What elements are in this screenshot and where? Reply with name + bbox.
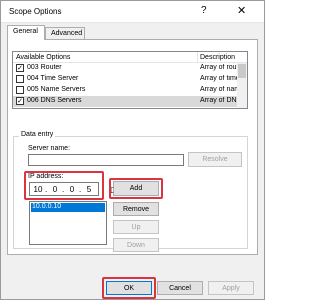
list-item-selected[interactable]: ✓ 006 DNS Servers Array of DN: [13, 96, 237, 107]
ip-dot-separator: .: [62, 185, 65, 194]
list-item[interactable]: 004 Time Server Array of time: [13, 74, 238, 85]
list-item[interactable]: 005 Name Servers Array of nam: [13, 85, 238, 96]
option-name: 005 Name Servers: [27, 86, 86, 93]
title-bar: Scope Options ? ✕: [1, 1, 264, 23]
checkbox-unchecked-icon[interactable]: [16, 75, 24, 83]
ip-address-list[interactable]: 10.0.0.10: [29, 201, 107, 245]
option-name: 006 DNS Servers: [27, 97, 82, 104]
ip-address-input[interactable]: 10 . 0 . 0 . 5: [29, 182, 99, 196]
cancel-button[interactable]: Cancel: [157, 281, 203, 295]
list-header: Available Options Description: [13, 52, 247, 63]
ip-octet-4[interactable]: 5: [84, 185, 94, 194]
column-divider[interactable]: [197, 52, 198, 63]
remove-button[interactable]: Remove: [113, 202, 159, 216]
mouse-cursor-icon: ⌶: [109, 186, 114, 195]
apply-button[interactable]: Apply: [208, 281, 254, 295]
ok-button[interactable]: OK: [106, 281, 152, 295]
checkbox-checked-icon[interactable]: ✓: [16, 64, 24, 72]
option-description: Array of time: [200, 75, 238, 82]
close-icon[interactable]: ✕: [237, 4, 246, 17]
ip-dot-separator: .: [45, 185, 48, 194]
help-icon[interactable]: ?: [201, 5, 207, 16]
tab-general[interactable]: General: [7, 25, 45, 40]
server-name-label: Server name:: [28, 145, 71, 152]
option-description: Array of nam: [200, 86, 238, 93]
column-header-description[interactable]: Description: [200, 54, 235, 61]
list-item[interactable]: ✓ 003 Router Array of rout: [13, 63, 238, 74]
ip-dot-separator: .: [79, 185, 82, 194]
option-description: Array of rout: [200, 64, 238, 71]
option-name: 003 Router: [27, 64, 62, 71]
scrollbar-thumb[interactable]: [238, 64, 246, 78]
down-button[interactable]: Down: [113, 238, 159, 252]
up-button[interactable]: Up: [113, 220, 159, 234]
column-header-available-options[interactable]: Available Options: [16, 54, 70, 61]
window-title: Scope Options: [9, 7, 62, 16]
resolve-button[interactable]: Resolve: [188, 152, 242, 167]
option-description: Array of DN: [200, 97, 237, 104]
checkbox-unchecked-icon[interactable]: [16, 86, 24, 94]
available-options-list[interactable]: Available Options Description ✓ 003 Rout…: [12, 51, 248, 109]
checkbox-checked-icon[interactable]: ✓: [16, 97, 24, 105]
add-button[interactable]: Add: [113, 181, 159, 196]
vertical-scrollbar[interactable]: [237, 63, 247, 108]
ip-octet-1[interactable]: 10: [33, 185, 43, 194]
scope-options-dialog: Scope Options ? ✕ General Advanced Avail…: [0, 0, 265, 300]
data-entry-group-label: Data entry: [19, 131, 56, 138]
server-name-input[interactable]: [28, 154, 184, 166]
ip-octet-2[interactable]: 0: [50, 185, 60, 194]
list-item-selected[interactable]: 10.0.0.10: [31, 203, 105, 212]
ip-octet-3[interactable]: 0: [67, 185, 77, 194]
option-name: 004 Time Server: [27, 75, 79, 82]
ip-address-label: IP address:: [28, 173, 64, 180]
